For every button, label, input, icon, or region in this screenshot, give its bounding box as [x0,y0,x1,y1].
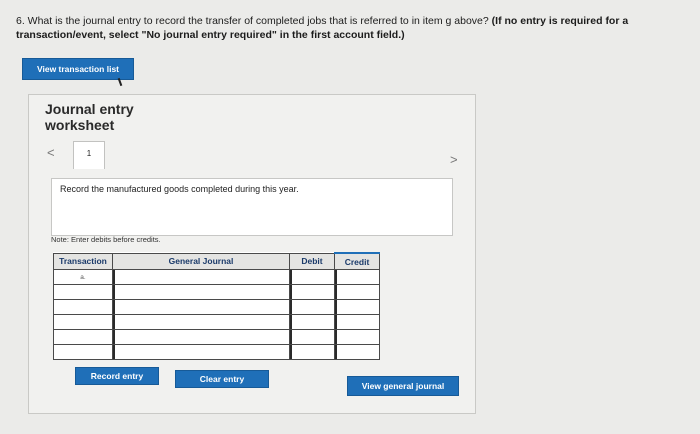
header-transaction: Transaction [53,252,113,270]
debit-input[interactable] [289,269,335,285]
debit-input[interactable] [289,299,335,315]
transaction-description: Record the manufactured goods completed … [51,178,453,236]
clear-entry-button[interactable]: Clear entry [175,370,269,388]
transaction-cell: a. [53,269,113,285]
transaction-cell [53,344,113,360]
worksheet-title-line1: Journal entry [45,101,134,117]
prev-arrow-icon[interactable]: < [47,145,55,160]
transaction-cell [53,329,113,345]
header-credit: Credit [334,252,380,270]
next-arrow-icon[interactable]: > [450,152,458,167]
account-input[interactable] [112,284,290,300]
credit-input[interactable] [334,314,380,330]
table-row [53,299,380,315]
table-row [53,314,380,330]
question-text: 6. What is the journal entry to record t… [16,14,686,42]
transaction-cell [53,284,113,300]
journal-entry-worksheet: Journal entry worksheet < 1 Record the m… [28,94,476,414]
debit-input[interactable] [289,314,335,330]
account-input[interactable] [112,269,290,285]
account-input[interactable] [112,329,290,345]
account-input[interactable] [112,344,290,360]
debit-input[interactable] [289,344,335,360]
note-text: Note: Enter debits before credits. [51,235,161,244]
view-general-journal-button[interactable]: View general journal [347,376,459,396]
worksheet-title: Journal entry worksheet [45,101,134,133]
worksheet-title-line2: worksheet [45,117,115,133]
credit-input[interactable] [334,299,380,315]
table-row [53,344,380,360]
table-row: a. [53,269,380,285]
debit-input[interactable] [289,284,335,300]
record-entry-button[interactable]: Record entry [75,367,159,385]
transaction-cell [53,299,113,315]
account-input[interactable] [112,314,290,330]
tab-entry-1[interactable]: 1 [73,141,105,169]
table-row [53,284,380,300]
credit-input[interactable] [334,284,380,300]
credit-input[interactable] [334,269,380,285]
question-body: 6. What is the journal entry to record t… [16,15,492,27]
header-debit: Debit [289,252,335,270]
credit-input[interactable] [334,329,380,345]
account-input[interactable] [112,299,290,315]
header-general-journal: General Journal [112,252,290,270]
table-header-row: Transaction General Journal Debit Credit [53,252,380,270]
journal-table: Transaction General Journal Debit Credit… [53,252,380,360]
credit-input[interactable] [334,344,380,360]
table-row [53,329,380,345]
debit-input[interactable] [289,329,335,345]
view-transaction-list-button[interactable]: View transaction list [22,58,134,80]
transaction-cell [53,314,113,330]
tab-entry-1-label: 1 [86,149,92,158]
